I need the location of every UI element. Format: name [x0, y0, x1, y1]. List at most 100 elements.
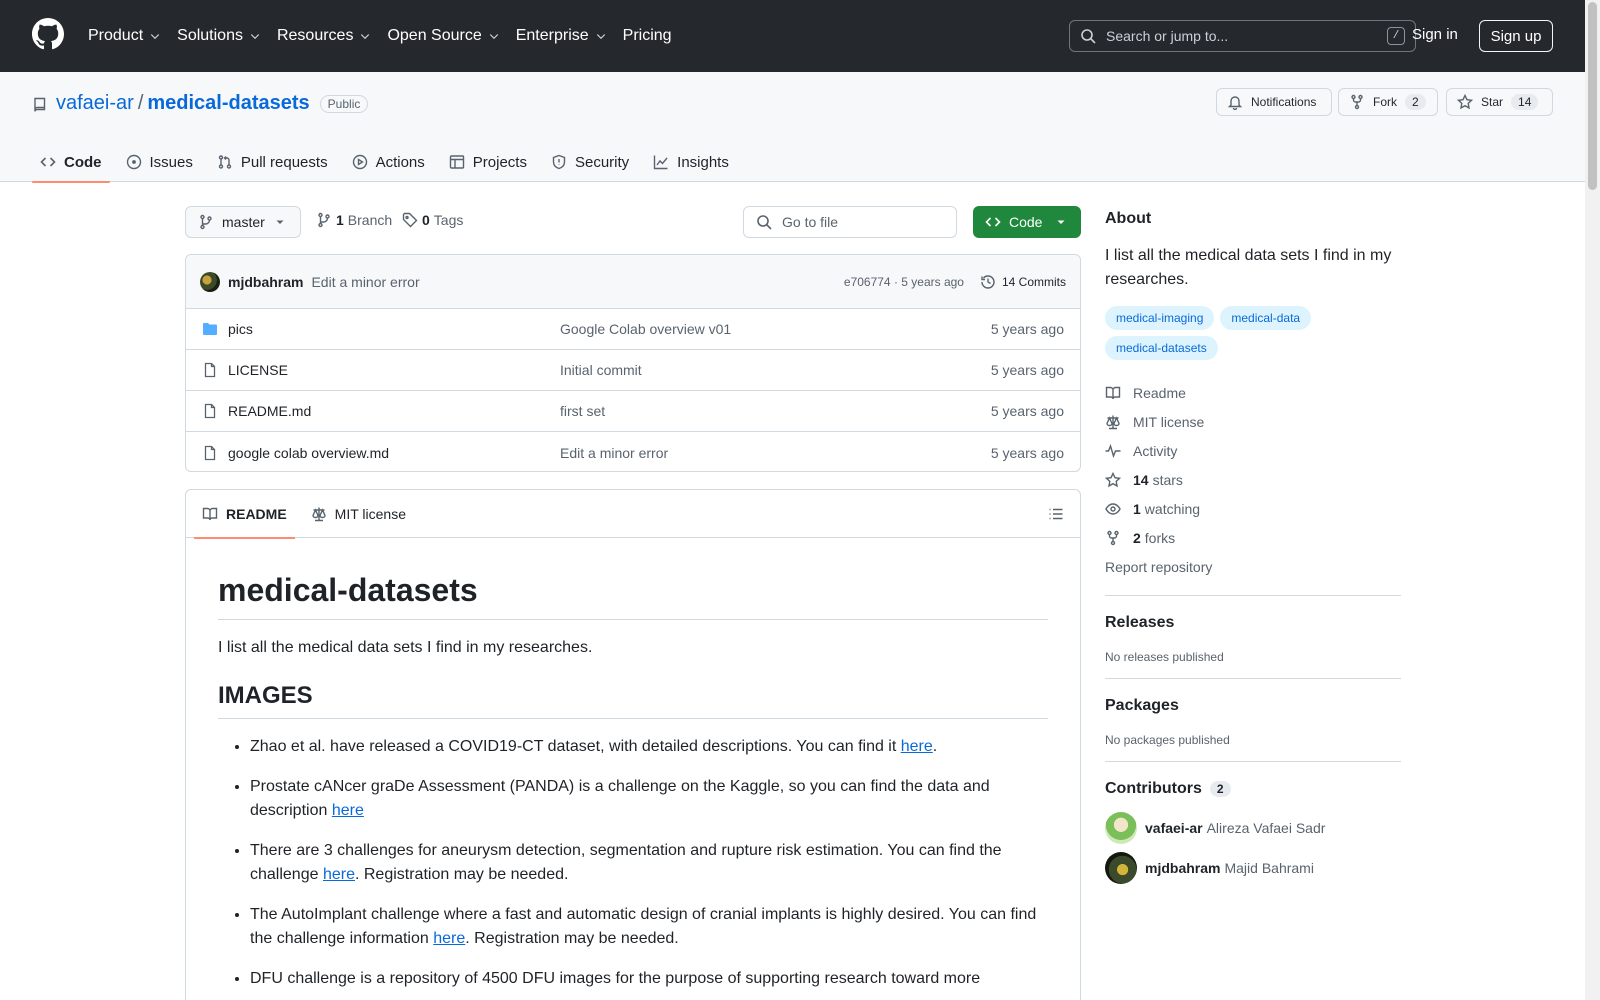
nav-product[interactable]: Product: [88, 27, 161, 45]
sign-up-button[interactable]: Sign up: [1479, 20, 1553, 52]
branches-link[interactable]: 1 Branch: [316, 212, 392, 228]
nav-solutions[interactable]: Solutions: [177, 27, 261, 45]
repo-name-link[interactable]: medical-datasets: [147, 92, 309, 115]
search-placeholder: Search or jump to...: [1106, 28, 1229, 44]
avatar[interactable]: [200, 271, 220, 292]
table-icon: [449, 155, 464, 169]
here-link[interactable]: here: [332, 802, 364, 819]
file-commit-message[interactable]: Edit a minor error: [560, 445, 668, 461]
here-link[interactable]: here: [901, 738, 933, 755]
readme-section-heading: IMAGES: [218, 682, 1048, 719]
contributors-heading[interactable]: Contributors 2: [1105, 780, 1401, 798]
go-to-file-input[interactable]: Go to file: [743, 206, 957, 238]
tab-security[interactable]: Security: [543, 142, 637, 182]
code-icon: [40, 157, 56, 167]
page-scrollbar[interactable]: [1585, 0, 1600, 1000]
readme-link[interactable]: Readme: [1105, 378, 1401, 407]
chevron-down-icon: [361, 34, 370, 40]
branch-selector[interactable]: master: [185, 206, 301, 238]
file-browser: mjdbahram Edit a minor error e706774 · 5…: [185, 254, 1081, 472]
global-search-input[interactable]: Search or jump to... /: [1069, 20, 1416, 52]
file-row[interactable]: LICENSE Initial commit 5 years ago: [186, 350, 1080, 391]
eye-icon: [1105, 502, 1121, 515]
branch-icon: [200, 214, 212, 230]
notifications-button[interactable]: Notifications: [1216, 88, 1332, 116]
topic-tag[interactable]: medical-imaging: [1105, 306, 1215, 330]
file-name-link[interactable]: google colab overview.md: [228, 445, 389, 461]
license-link[interactable]: MIT license: [1105, 407, 1401, 436]
releases-heading[interactable]: Releases: [1105, 614, 1401, 632]
activity-link[interactable]: Activity: [1105, 436, 1401, 465]
fork-button[interactable]: Fork 2: [1338, 88, 1438, 116]
file-row[interactable]: google colab overview.md Edit a minor er…: [186, 432, 1080, 471]
avatar[interactable]: [1105, 852, 1137, 884]
file-name-link[interactable]: pics: [228, 321, 253, 337]
list-icon[interactable]: [1048, 506, 1064, 522]
bell-icon: [1227, 96, 1243, 110]
topic-tag[interactable]: medical-datasets: [1105, 336, 1218, 360]
watchers-link[interactable]: 1 watching: [1105, 494, 1401, 523]
commit-meta: e706774 · 5 years ago 14 Commits: [844, 255, 1066, 309]
releases-empty-text: No releases published: [1105, 650, 1224, 664]
chevron-down-icon: [489, 34, 498, 40]
pulse-icon: [1105, 443, 1121, 458]
readme-body: medical-datasets I list all the medical …: [186, 538, 1080, 991]
here-link[interactable]: here: [323, 866, 355, 883]
stars-link[interactable]: 14 stars: [1105, 465, 1401, 494]
tab-code[interactable]: Code: [32, 142, 110, 183]
branch-icon: [318, 212, 330, 228]
file-commit-message[interactable]: Initial commit: [560, 362, 642, 378]
shield-icon: [552, 154, 566, 170]
commits-link[interactable]: 14 Commits: [1002, 275, 1066, 289]
github-logo-icon[interactable]: [32, 18, 64, 50]
file-age: 5 years ago: [990, 444, 1064, 461]
commit-sha-age[interactable]: e706774 · 5 years ago: [844, 275, 964, 289]
topic-tag[interactable]: medical-data: [1220, 306, 1312, 330]
visibility-badge: Public: [319, 94, 369, 113]
topics: medical-imaging medical-data medical-dat…: [1105, 306, 1401, 366]
list-item: The AutoImplant challenge where a fast a…: [250, 903, 1048, 951]
tab-actions[interactable]: Actions: [344, 142, 433, 182]
tab-insights[interactable]: Insights: [645, 142, 737, 182]
global-nav: Product Solutions Resources Open Source …: [88, 0, 688, 72]
file-name-link[interactable]: LICENSE: [228, 362, 288, 378]
commit-message-link[interactable]: Edit a minor error: [311, 274, 419, 290]
file-row[interactable]: README.md first set 5 years ago: [186, 391, 1080, 432]
tab-pull-requests[interactable]: Pull requests: [209, 142, 336, 182]
tab-readme[interactable]: README: [194, 490, 295, 539]
code-dropdown-button[interactable]: Code: [973, 206, 1081, 238]
nav-enterprise[interactable]: Enterprise: [516, 27, 607, 45]
tab-license[interactable]: MIT license: [303, 490, 414, 538]
avatar[interactable]: [1105, 812, 1137, 844]
dataset-list: Zhao et al. have released a COVID19-CT d…: [218, 735, 1048, 991]
star-button[interactable]: Star 14: [1446, 88, 1553, 116]
tags-link[interactable]: 0 Tags: [402, 212, 463, 228]
report-repository-link[interactable]: Report repository: [1105, 552, 1401, 581]
sign-in-link[interactable]: Sign in: [1412, 26, 1458, 43]
nav-resources[interactable]: Resources: [277, 27, 371, 45]
global-header: Product Solutions Resources Open Source …: [0, 0, 1585, 72]
file-row[interactable]: pics Google Colab overview v01 5 years a…: [186, 309, 1080, 350]
pull-request-icon: [218, 155, 232, 169]
contributor-row[interactable]: mjdbahram Majid Bahrami: [1105, 852, 1401, 884]
tab-issues[interactable]: Issues: [118, 142, 201, 182]
scrollbar-thumb[interactable]: [1588, 2, 1597, 190]
nav-pricing[interactable]: Pricing: [623, 27, 672, 45]
divider: [1105, 761, 1401, 762]
file-name-link[interactable]: README.md: [228, 403, 311, 419]
file-icon: [204, 403, 216, 419]
forks-link[interactable]: 2 forks: [1105, 523, 1401, 552]
tab-projects[interactable]: Projects: [441, 142, 535, 182]
nav-open-source[interactable]: Open Source: [387, 27, 499, 45]
caret-down-icon: [1057, 220, 1065, 224]
issue-icon: [126, 154, 141, 170]
commit-author-link[interactable]: mjdbahram: [228, 274, 303, 290]
contributor-row[interactable]: vafaei-ar Alireza Vafaei Sadr: [1105, 812, 1401, 844]
readme-intro: I list all the medical data sets I find …: [218, 639, 593, 656]
book-icon: [202, 507, 218, 520]
repo-owner-link[interactable]: vafaei-ar: [56, 92, 134, 115]
file-commit-message[interactable]: first set: [560, 403, 605, 419]
file-commit-message[interactable]: Google Colab overview v01: [560, 321, 731, 337]
here-link[interactable]: here: [433, 930, 465, 947]
packages-heading[interactable]: Packages: [1105, 697, 1401, 715]
